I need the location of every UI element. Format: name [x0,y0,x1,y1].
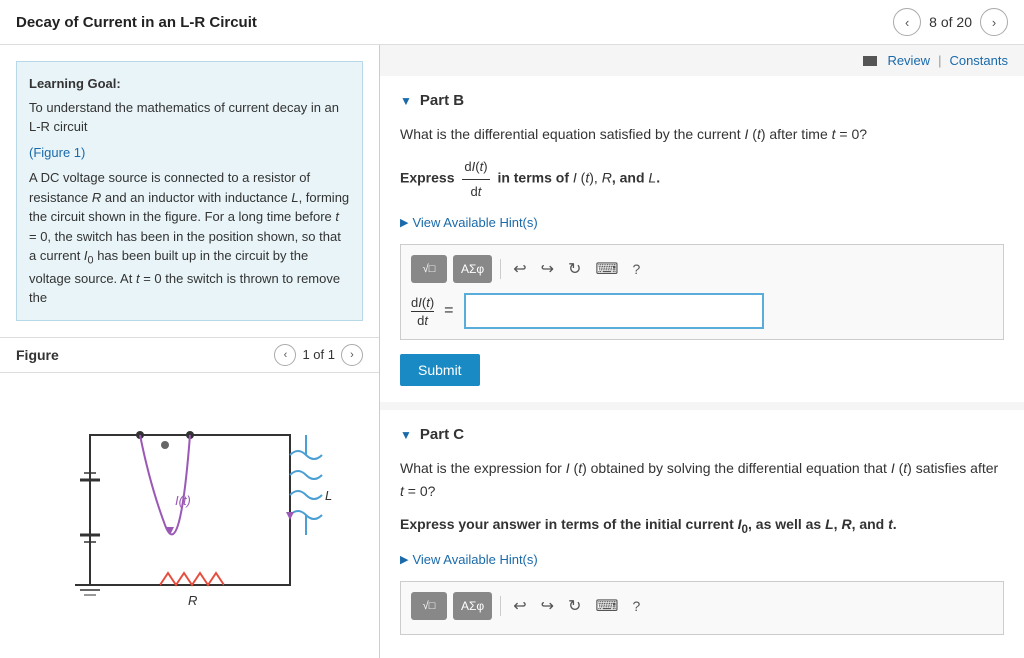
undo-btn[interactable]: ↩ [509,257,530,281]
review-icon [863,56,877,66]
next-button[interactable]: › [980,8,1008,36]
equation-lhs: dI(t) dt [411,295,434,328]
fraction-num: dI(t) [411,295,434,312]
keyboard-btn[interactable]: ⌨ [591,257,622,281]
prev-button[interactable]: ‹ [893,8,921,36]
toolbar-separator [500,259,501,279]
page-title: Decay of Current in an L-R Circuit [16,14,257,31]
math-input-box-b: √□ ΑΣφ ↩ ↪ ↻ ⌨ ? dI(t) [400,244,1004,340]
part-b-question: What is the differential equation satisf… [400,123,1004,145]
body-text: A DC voltage source is connected to a re… [29,168,350,308]
submit-button-b[interactable]: Submit [400,354,480,386]
math-toolbar-b: √□ ΑΣφ ↩ ↪ ↻ ⌨ ? [411,255,993,283]
fraction-den: dt [417,312,428,328]
svg-text:R: R [188,593,197,608]
toolbar-separator-c [500,596,501,616]
part-b-title: Part B [420,92,464,109]
math-equation-row-b: dI(t) dt = [411,293,993,329]
review-link[interactable]: Review [887,53,930,68]
part-b-hint[interactable]: ▶ View Available Hint(s) [400,215,1004,230]
figure-area: I(t) L R [0,373,379,658]
part-c-hint[interactable]: ▶ View Available Hint(s) [400,552,1004,567]
math-toolbar-c: √□ ΑΣφ ↩ ↪ ↻ ⌨ ? [411,592,993,620]
part-c-express: Express your answer in terms of the init… [400,512,1004,540]
learning-goal-box: Learning Goal: To understand the mathema… [16,61,363,321]
figure-counter: 1 of 1 [302,347,335,362]
help-btn[interactable]: ? [629,259,645,279]
symbols-btn[interactable]: ΑΣφ [453,255,492,283]
top-links: Review | Constants [380,45,1024,76]
symbols-btn-c[interactable]: ΑΣφ [453,592,492,620]
constants-link[interactable]: Constants [949,53,1008,68]
equals-sign: = [444,302,453,320]
part-c-question: What is the expression for I (t) obtaine… [400,457,1004,502]
right-panel: Review | Constants ▼ Part B What is the … [380,45,1024,658]
reset-btn[interactable]: ↻ [564,257,585,281]
figure-nav: ‹ 1 of 1 › [274,344,363,366]
math-input-box-c: √□ ΑΣφ ↩ ↪ ↻ ⌨ ? [400,581,1004,635]
circuit-diagram: I(t) L R [40,405,340,625]
figure-link[interactable]: (Figure 1) [29,145,85,160]
part-b-collapse-arrow[interactable]: ▼ [400,94,412,108]
divider: | [938,53,941,68]
keyboard-btn-c[interactable]: ⌨ [591,594,622,618]
sqrt-btn[interactable]: √□ [411,255,447,283]
redo-btn[interactable]: ↪ [537,257,558,281]
figure-header: Figure ‹ 1 of 1 › [0,337,379,373]
reset-btn-c[interactable]: ↻ [564,594,585,618]
part-b-section: ▼ Part B What is the differential equati… [380,76,1024,402]
sqrt-btn-c[interactable]: √□ [411,592,447,620]
part-c-collapse-arrow[interactable]: ▼ [400,428,412,442]
learning-goal-title: Learning Goal: [29,74,350,94]
part-b-express: Express dI(t) dt in terms of I (t), R, a… [400,155,1004,203]
svg-text:I(t): I(t) [175,493,191,508]
nav-counter: 8 of 20 [929,14,972,30]
part-c-title: Part C [420,426,464,443]
left-panel: Learning Goal: To understand the mathema… [0,45,380,658]
help-btn-c[interactable]: ? [629,596,645,616]
svg-text:L: L [325,488,332,503]
undo-btn-c[interactable]: ↩ [509,594,530,618]
part-b-header[interactable]: ▼ Part B [400,92,1004,109]
part-c-section: ▼ Part C What is the expression for I (t… [380,410,1024,658]
header-nav: ‹ 8 of 20 › [893,8,1008,36]
figure-prev-btn[interactable]: ‹ [274,344,296,366]
figure-title: Figure [16,347,59,363]
math-answer-input-b[interactable] [464,293,764,329]
learning-goal-text: To understand the mathematics of current… [29,98,350,137]
figure-next-btn[interactable]: › [341,344,363,366]
redo-btn-c[interactable]: ↪ [537,594,558,618]
part-c-header[interactable]: ▼ Part C [400,426,1004,443]
